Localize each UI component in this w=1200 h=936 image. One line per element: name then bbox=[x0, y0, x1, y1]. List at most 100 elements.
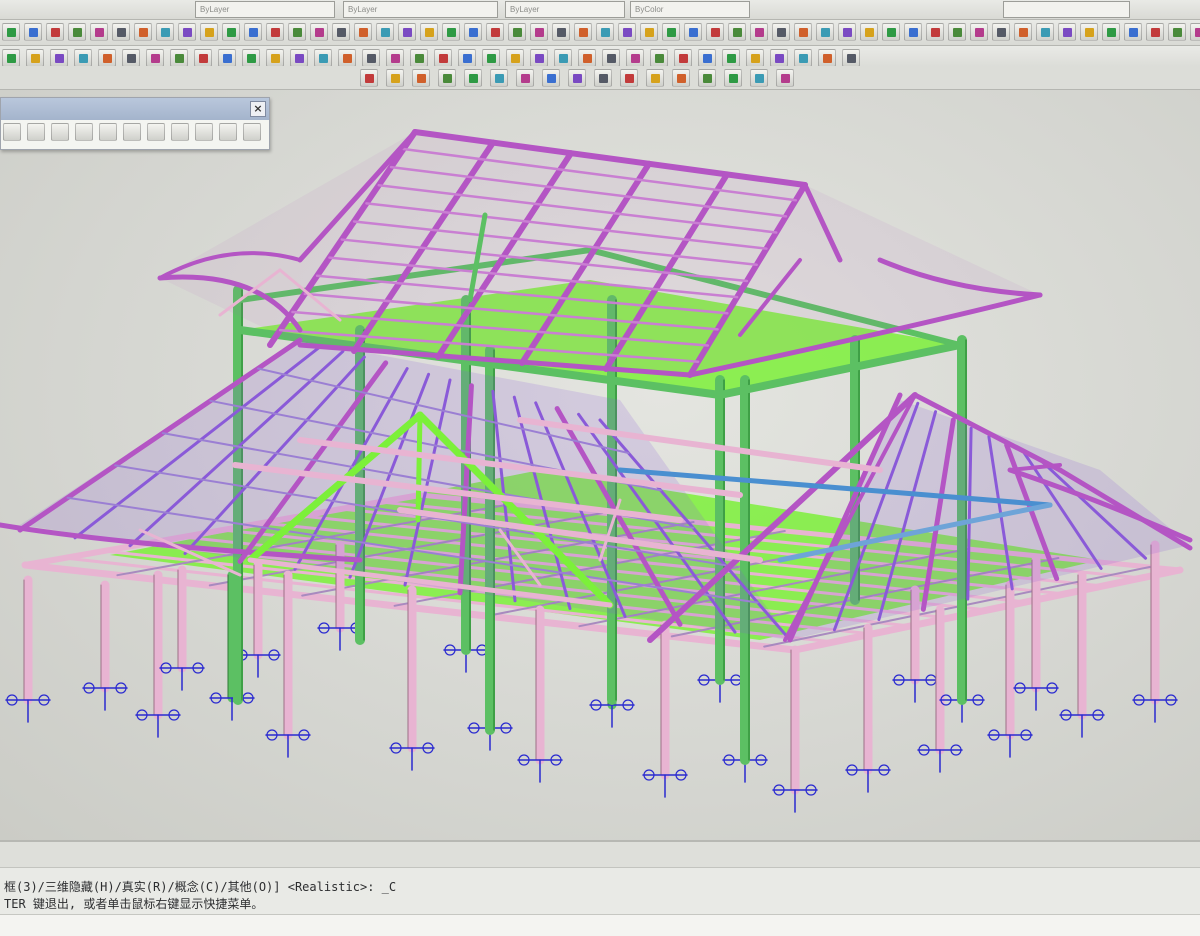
modify-tool-icon[interactable] bbox=[170, 49, 188, 67]
draw-tool-icon[interactable] bbox=[420, 23, 438, 41]
ucs-tool-icon[interactable] bbox=[171, 123, 189, 141]
modify-tool-icon[interactable] bbox=[218, 49, 236, 67]
modify-tool-icon[interactable] bbox=[26, 49, 44, 67]
view-tool-icon[interactable] bbox=[620, 69, 638, 87]
draw-tool-icon[interactable] bbox=[112, 23, 130, 41]
draw-tool-icon[interactable] bbox=[68, 23, 86, 41]
draw-tool-icon[interactable] bbox=[552, 23, 570, 41]
modify-tool-icon[interactable] bbox=[770, 49, 788, 67]
ucs-tool-icon[interactable] bbox=[3, 123, 21, 141]
view-tool-icon[interactable] bbox=[750, 69, 768, 87]
view-tool-icon[interactable] bbox=[438, 69, 456, 87]
modify-tool-icon[interactable] bbox=[362, 49, 380, 67]
modify-tool-icon[interactable] bbox=[458, 49, 476, 67]
close-icon[interactable]: × bbox=[250, 101, 266, 117]
view-combo[interactable] bbox=[1003, 1, 1130, 18]
modify-tool-icon[interactable] bbox=[506, 49, 524, 67]
modify-tool-icon[interactable] bbox=[842, 49, 860, 67]
view-tool-icon[interactable] bbox=[464, 69, 482, 87]
modify-tool-icon[interactable] bbox=[794, 49, 812, 67]
draw-tool-icon[interactable] bbox=[948, 23, 966, 41]
draw-tool-icon[interactable] bbox=[772, 23, 790, 41]
modify-tool-icon[interactable] bbox=[626, 49, 644, 67]
ucs-tool-icon[interactable] bbox=[243, 123, 261, 141]
draw-tool-icon[interactable] bbox=[750, 23, 768, 41]
modify-tool-icon[interactable] bbox=[698, 49, 716, 67]
draw-tool-icon[interactable] bbox=[728, 23, 746, 41]
modify-tool-icon[interactable] bbox=[2, 49, 20, 67]
modify-tool-icon[interactable] bbox=[722, 49, 740, 67]
draw-tool-icon[interactable] bbox=[926, 23, 944, 41]
draw-tool-icon[interactable] bbox=[574, 23, 592, 41]
view-tool-icon[interactable] bbox=[490, 69, 508, 87]
draw-tool-icon[interactable] bbox=[2, 23, 20, 41]
draw-tool-icon[interactable] bbox=[992, 23, 1010, 41]
linetype-combo[interactable]: ByLayer bbox=[343, 1, 498, 18]
draw-tool-icon[interactable] bbox=[662, 23, 680, 41]
view-tool-icon[interactable] bbox=[412, 69, 430, 87]
draw-tool-icon[interactable] bbox=[244, 23, 262, 41]
draw-tool-icon[interactable] bbox=[266, 23, 284, 41]
modify-tool-icon[interactable] bbox=[314, 49, 332, 67]
modify-tool-icon[interactable] bbox=[146, 49, 164, 67]
modify-tool-icon[interactable] bbox=[530, 49, 548, 67]
ucs-tool-icon[interactable] bbox=[147, 123, 165, 141]
modify-tool-icon[interactable] bbox=[554, 49, 572, 67]
draw-tool-icon[interactable] bbox=[442, 23, 460, 41]
view-tool-icon[interactable] bbox=[360, 69, 378, 87]
lineweight-combo[interactable]: ByLayer bbox=[505, 1, 625, 18]
view-tool-icon[interactable] bbox=[516, 69, 534, 87]
modify-tool-icon[interactable] bbox=[650, 49, 668, 67]
view-tool-icon[interactable] bbox=[542, 69, 560, 87]
draw-tool-icon[interactable] bbox=[640, 23, 658, 41]
draw-tool-icon[interactable] bbox=[618, 23, 636, 41]
draw-tool-icon[interactable] bbox=[464, 23, 482, 41]
model-viewport[interactable] bbox=[0, 90, 1200, 840]
draw-tool-icon[interactable] bbox=[882, 23, 900, 41]
modify-tool-icon[interactable] bbox=[98, 49, 116, 67]
draw-tool-icon[interactable] bbox=[1036, 23, 1054, 41]
draw-tool-icon[interactable] bbox=[706, 23, 724, 41]
modify-tool-icon[interactable] bbox=[74, 49, 92, 67]
view-tool-icon[interactable] bbox=[698, 69, 716, 87]
draw-tool-icon[interactable] bbox=[596, 23, 614, 41]
draw-tool-icon[interactable] bbox=[156, 23, 174, 41]
draw-tool-icon[interactable] bbox=[530, 23, 548, 41]
draw-tool-icon[interactable] bbox=[1190, 23, 1200, 41]
layer-combo[interactable]: ByLayer bbox=[195, 1, 335, 18]
modify-tool-icon[interactable] bbox=[242, 49, 260, 67]
view-tool-icon[interactable] bbox=[724, 69, 742, 87]
draw-tool-icon[interactable] bbox=[332, 23, 350, 41]
modify-tool-icon[interactable] bbox=[410, 49, 428, 67]
modify-tool-icon[interactable] bbox=[338, 49, 356, 67]
modify-tool-icon[interactable] bbox=[386, 49, 404, 67]
modify-tool-icon[interactable] bbox=[50, 49, 68, 67]
ucs-tool-icon[interactable] bbox=[75, 123, 93, 141]
modify-tool-icon[interactable] bbox=[674, 49, 692, 67]
floating-toolbar-window[interactable]: × bbox=[0, 97, 270, 150]
modify-tool-icon[interactable] bbox=[290, 49, 308, 67]
plotstyle-combo[interactable]: ByColor bbox=[630, 1, 750, 18]
ucs-tool-icon[interactable] bbox=[99, 123, 117, 141]
draw-tool-icon[interactable] bbox=[860, 23, 878, 41]
ucs-tool-icon[interactable] bbox=[219, 123, 237, 141]
draw-tool-icon[interactable] bbox=[1102, 23, 1120, 41]
draw-tool-icon[interactable] bbox=[24, 23, 42, 41]
ucs-tool-icon[interactable] bbox=[27, 123, 45, 141]
view-tool-icon[interactable] bbox=[594, 69, 612, 87]
draw-tool-icon[interactable] bbox=[794, 23, 812, 41]
modify-tool-icon[interactable] bbox=[578, 49, 596, 67]
draw-tool-icon[interactable] bbox=[288, 23, 306, 41]
draw-tool-icon[interactable] bbox=[376, 23, 394, 41]
draw-tool-icon[interactable] bbox=[1146, 23, 1164, 41]
draw-tool-icon[interactable] bbox=[200, 23, 218, 41]
view-tool-icon[interactable] bbox=[776, 69, 794, 87]
draw-tool-icon[interactable] bbox=[1124, 23, 1142, 41]
view-tool-icon[interactable] bbox=[386, 69, 404, 87]
draw-tool-icon[interactable] bbox=[46, 23, 64, 41]
modify-tool-icon[interactable] bbox=[434, 49, 452, 67]
draw-tool-icon[interactable] bbox=[1058, 23, 1076, 41]
ucs-tool-icon[interactable] bbox=[195, 123, 213, 141]
draw-tool-icon[interactable] bbox=[1168, 23, 1186, 41]
draw-tool-icon[interactable] bbox=[1014, 23, 1032, 41]
